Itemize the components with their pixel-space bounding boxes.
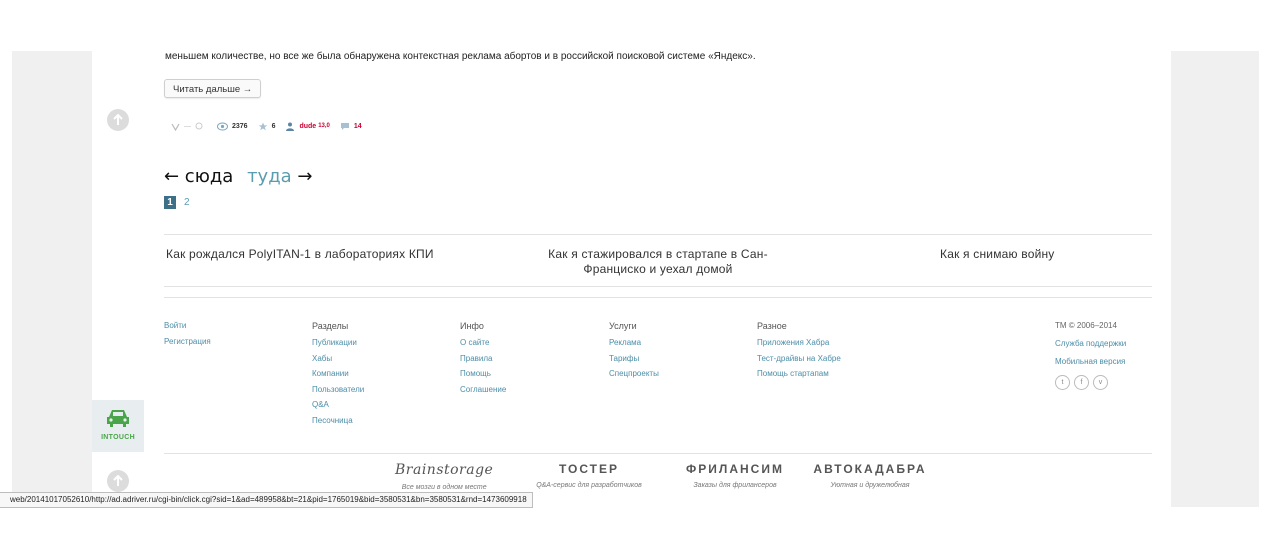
footer-link[interactable]: Реклама	[609, 338, 659, 347]
footer-link[interactable]: Пользователи	[312, 385, 364, 394]
views-value: 2376	[232, 122, 248, 130]
rating-arrows-icon	[171, 122, 180, 131]
facebook-icon[interactable]: f	[1074, 375, 1089, 390]
brand-brainstorage[interactable]: Brainstorage Все мозги в одном месте	[395, 462, 493, 491]
brand-name: ФРИЛАНСИМ	[686, 462, 784, 476]
intouch-label: INTOUCH	[101, 434, 135, 441]
favorites-stat[interactable]: 6	[258, 122, 276, 131]
read-more-button[interactable]: Читать дальше →	[164, 79, 262, 98]
right-gutter	[1171, 51, 1259, 507]
comments-value: 14	[353, 122, 362, 130]
footer-link[interactable]: Хабы	[312, 354, 364, 363]
footer-services: Услуги Реклама Тарифы Спецпроекты	[609, 321, 659, 385]
brand-tagline: Заказы для фрилансеров	[693, 482, 777, 489]
comments-stat[interactable]: 14	[340, 122, 362, 131]
vote-down-icon	[195, 122, 203, 130]
views-stat: 2376	[217, 122, 248, 131]
footer-link[interactable]: Помощь стартапам	[757, 369, 841, 378]
brand-tagline: Все мозги в одном месте	[401, 484, 487, 491]
article-text: меньшем количестве, но все же была обнар…	[165, 51, 756, 62]
eye-icon	[217, 122, 228, 131]
car-icon	[92, 408, 144, 433]
related-post-2[interactable]: Как я стажировался в стартапе в Сан-Фран…	[528, 247, 788, 277]
social-links: t f v	[1055, 375, 1126, 390]
favorites-value: 6	[271, 122, 276, 130]
votes-value: —	[184, 122, 191, 130]
vk-icon[interactable]: v	[1093, 375, 1108, 390]
scroll-up-top-icon[interactable]	[107, 109, 129, 131]
left-gutter	[12, 51, 92, 507]
divider	[164, 453, 1152, 454]
brand-name: АВТОКАДАБРА	[813, 462, 927, 476]
pager-prev[interactable]: ← сюда	[164, 166, 233, 187]
brand-avtokadabra[interactable]: АВТОКАДАБРА Уютная и дружелюбная	[810, 462, 930, 489]
brand-tagline: Уютная и дружелюбная	[830, 482, 910, 489]
comments-icon	[340, 122, 350, 131]
post-stats: — 2376 6 dude 13,0 14	[171, 119, 372, 133]
footer-link[interactable]: Помощь	[460, 369, 506, 378]
brand-freelansim[interactable]: ФРИЛАНСИМ Заказы для фрилансеров	[675, 462, 795, 489]
author-stat[interactable]: dude 13,0	[285, 122, 330, 131]
divider	[164, 297, 1152, 298]
footer-link[interactable]: Тарифы	[609, 354, 659, 363]
brand-tagline: Q&A-сервис для разработчиков	[536, 482, 642, 489]
author-karma: 13,0	[318, 123, 330, 129]
footer-link[interactable]: Песочница	[312, 416, 364, 425]
page-numbers: 1 2	[164, 196, 190, 209]
page-link-2[interactable]: 2	[184, 197, 190, 208]
register-link[interactable]: Регистрация	[164, 337, 211, 346]
related-post-3[interactable]: Как я снимаю войну	[940, 247, 1055, 261]
user-icon	[285, 122, 295, 131]
footer-link[interactable]: Соглашение	[460, 385, 506, 394]
brand-toster[interactable]: ТОСТЕР Q&A-сервис для разработчиков	[513, 462, 665, 489]
footer-link[interactable]: Публикации	[312, 338, 364, 347]
footer-link[interactable]: Приложения Хабра	[757, 338, 841, 347]
footer-link[interactable]: О сайте	[460, 338, 506, 347]
star-icon	[258, 122, 268, 131]
divider	[164, 234, 1152, 235]
scroll-up-bottom-icon[interactable]	[107, 470, 129, 492]
page-current: 1	[164, 196, 176, 209]
footer-link[interactable]: Тест-драйвы на Хабре	[757, 354, 841, 363]
brand-name: ТОСТЕР	[558, 462, 620, 476]
support-link[interactable]: Служба поддержки	[1055, 339, 1126, 348]
footer-sections: Разделы Публикации Хабы Компании Пользов…	[312, 321, 364, 431]
copyright: TM © 2006–2014	[1055, 321, 1117, 330]
brand-name: Brainstorage	[395, 462, 494, 478]
footer-link[interactable]: Спецпроекты	[609, 369, 659, 378]
divider	[164, 286, 1152, 287]
footer-services-title: Услуги	[609, 321, 637, 331]
mobile-version-link[interactable]: Мобильная версия	[1055, 357, 1126, 366]
footer-info: Инфо О сайте Правила Помощь Соглашение	[460, 321, 506, 400]
footer-info-title: Инфо	[460, 321, 484, 331]
footer-misc: Разное Приложения Хабра Тест-драйвы на Х…	[757, 321, 841, 385]
footer-link[interactable]: Q&A	[312, 400, 364, 409]
login-link[interactable]: Войти	[164, 321, 211, 330]
pager: ← сюда туда →	[164, 166, 313, 187]
footer-link[interactable]: Правила	[460, 354, 506, 363]
pager-next-arrow[interactable]: →	[297, 166, 312, 187]
related-post-1[interactable]: Как рождался PolyITAN-1 в лабораториях К…	[166, 247, 434, 261]
author-name[interactable]: dude	[299, 123, 316, 130]
intouch-widget[interactable]: INTOUCH	[92, 400, 144, 452]
footer-sections-title: Разделы	[312, 321, 349, 331]
votes-stat[interactable]: —	[171, 122, 207, 131]
pager-next[interactable]: туда	[247, 166, 292, 187]
footer-auth: Войти Регистрация	[164, 321, 211, 352]
twitter-icon[interactable]: t	[1055, 375, 1070, 390]
browser-status-bar: web/20141017052610/http://ad.adriver.ru/…	[0, 492, 533, 508]
footer-link[interactable]: Компании	[312, 369, 364, 378]
footer-right: TM © 2006–2014 Служба поддержки Мобильна…	[1055, 321, 1126, 390]
footer-misc-title: Разное	[757, 321, 787, 331]
